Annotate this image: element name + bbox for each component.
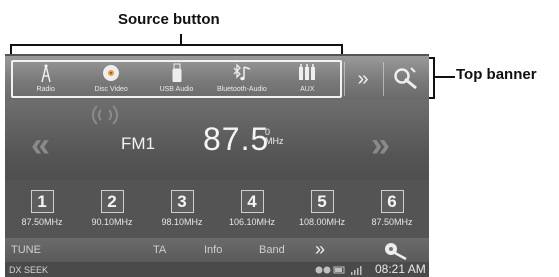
setup-button[interactable] (387, 60, 425, 98)
radio-tower-icon (40, 64, 51, 83)
audio-setup-icon[interactable] (381, 239, 411, 261)
source-disc-video-button[interactable]: Disc Video (78, 62, 143, 96)
source-bluetooth-audio-button[interactable]: Bluetooth-Audio (209, 62, 274, 96)
source-label: Radio (36, 86, 55, 93)
preset-number: 4 (240, 190, 264, 213)
double-chevron-left-icon: « (31, 126, 50, 164)
disc-icon (103, 65, 120, 81)
top-banner: Radio Disc Video USB Audio Bluetooth-Aud… (5, 56, 429, 100)
band-button[interactable]: Band (259, 244, 285, 256)
source-aux-button[interactable]: AUX (275, 62, 340, 96)
preset-number: 3 (170, 190, 194, 213)
preset-button-3[interactable]: 3 98.10MHz (152, 182, 212, 234)
preset-button-4[interactable]: 4 106.10MHz (222, 182, 282, 234)
ta-button[interactable]: TA (153, 244, 166, 256)
preset-frequency: 87.50MHz (21, 217, 63, 227)
source-radio-button[interactable]: Radio (13, 62, 78, 96)
seek-mode-indicator: DX SEEK (9, 265, 49, 275)
preset-frequency: 90.10MHz (91, 217, 133, 227)
seek-up-button[interactable]: » (371, 126, 390, 165)
info-button[interactable]: Info (204, 244, 222, 256)
source-label: USB Audio (159, 86, 194, 93)
status-bar: DX SEEK 08:21 AM (5, 262, 429, 277)
preset-button-1[interactable]: 1 87.50MHz (12, 182, 72, 234)
source-label: AUX (300, 86, 315, 93)
head-unit-screen: Radio Disc Video USB Audio Bluetooth-Aud… (5, 54, 429, 277)
preset-frequency: 87.50MHz (371, 217, 413, 227)
tune-button[interactable]: TUNE (11, 244, 41, 256)
preset-frequency: 98.10MHz (161, 217, 203, 227)
source-label: Disc Video (94, 86, 128, 93)
preset-button-5[interactable]: 5 108.00MHz (292, 182, 352, 234)
preset-button-6[interactable]: 6 87.50MHz (362, 182, 422, 234)
source-button-group: Radio Disc Video USB Audio Bluetooth-Aud… (11, 60, 342, 98)
preset-number: 1 (30, 190, 54, 213)
preset-row: 1 87.50MHz 2 90.10MHz 3 98.10MHz 4 106.1… (5, 182, 429, 234)
source-button-callout: Source button (118, 11, 220, 28)
bluetooth-status-icon (315, 266, 362, 275)
aux-plug-icon (299, 64, 316, 80)
preset-number: 5 (310, 190, 334, 213)
frequency-unit: 0 MHz (265, 128, 284, 146)
more-functions-button[interactable]: » (315, 239, 325, 260)
top-banner-callout: Top banner (456, 66, 537, 83)
setup-wrench-icon (394, 67, 417, 90)
bluetooth-music-icon (233, 63, 251, 81)
double-chevron-right-icon: » (371, 126, 390, 164)
top-banner-callout-stem (435, 76, 455, 78)
source-label: Bluetooth-Audio (217, 86, 267, 93)
source-callout-bracket (10, 44, 343, 54)
preset-frequency: 106.10MHz (228, 217, 276, 227)
preset-button-2[interactable]: 2 90.10MHz (82, 182, 142, 234)
band-label: FM1 (121, 134, 155, 153)
frequency-unit-label: MHz (265, 136, 284, 146)
preset-number: 6 (380, 190, 404, 213)
radio-waves-icon (91, 105, 119, 125)
usb-icon (172, 63, 182, 82)
preset-frequency: 108.00MHz (298, 217, 346, 227)
preset-number: 2 (100, 190, 124, 213)
seek-down-button[interactable]: « (31, 126, 50, 165)
more-sources-button[interactable]: » (345, 60, 381, 98)
function-bar: TUNE TA Info Band » (5, 238, 429, 262)
banner-divider (383, 62, 384, 96)
source-usb-audio-button[interactable]: USB Audio (144, 62, 209, 96)
clock: 08:21 AM (375, 262, 426, 276)
frequency-display: 87.5 (203, 121, 270, 157)
double-chevron-right-icon: » (357, 67, 369, 90)
